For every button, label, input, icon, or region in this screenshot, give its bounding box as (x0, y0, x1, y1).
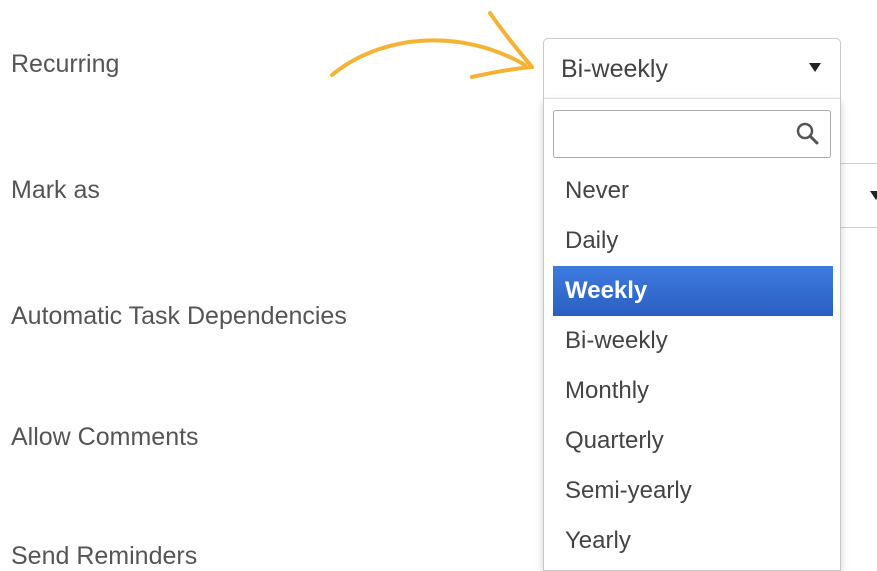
annotation-arrow-icon (330, 11, 534, 79)
option-monthly[interactable]: Monthly (553, 366, 833, 416)
recurring-select[interactable]: Bi-weekly (543, 38, 841, 100)
allow-comments-label: Allow Comments (11, 423, 199, 451)
option-semi-yearly[interactable]: Semi-yearly (553, 466, 833, 516)
recurring-select-value: Bi-weekly (561, 55, 668, 83)
option-never[interactable]: Never (553, 166, 833, 216)
automatic-task-dependencies-label: Automatic Task Dependencies (11, 302, 347, 330)
mark-as-label: Mark as (11, 176, 100, 204)
caret-down-icon (870, 191, 877, 200)
dropdown-search-box[interactable] (553, 110, 831, 158)
option-bi-weekly[interactable]: Bi-weekly (553, 316, 833, 366)
recurring-dropdown: Never Daily Weekly Bi-weekly Monthly Qua… (543, 98, 841, 571)
mark-as-select[interactable] (836, 163, 877, 228)
option-quarterly[interactable]: Quarterly (553, 416, 833, 466)
option-list: Never Daily Weekly Bi-weekly Monthly Qua… (553, 166, 833, 566)
recurring-label: Recurring (11, 50, 120, 78)
dropdown-search-input[interactable] (554, 111, 794, 157)
option-daily[interactable]: Daily (553, 216, 833, 266)
option-yearly[interactable]: Yearly (553, 516, 833, 566)
task-settings-form: Recurring Mark as Automatic Task Depende… (0, 0, 877, 571)
caret-down-icon (809, 63, 821, 72)
search-icon (796, 122, 819, 145)
option-weekly[interactable]: Weekly (553, 266, 833, 316)
send-reminders-label: Send Reminders (11, 542, 198, 570)
